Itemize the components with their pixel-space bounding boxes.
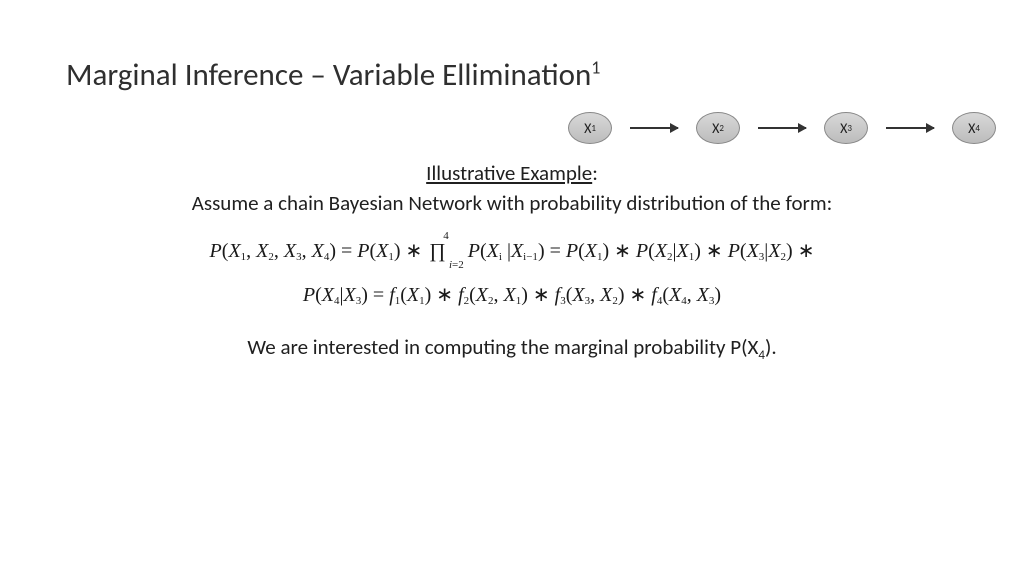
assume-text: Assume a chain Bayesian Network with pro…	[0, 190, 1024, 216]
node-x1: X1	[568, 112, 612, 144]
f2-lp4: (	[662, 284, 669, 306]
node-x3-var: X	[840, 120, 847, 137]
f1-x2x1: X	[585, 240, 597, 262]
f2-rp3: ) ∗	[618, 284, 651, 306]
f1-lp2x1: (	[578, 240, 585, 262]
f2-x4: X	[322, 284, 334, 306]
f1-rp2x3: ) ∗	[786, 240, 814, 262]
f1-p2x1: P	[566, 240, 578, 262]
f2-fx4a: X	[669, 284, 681, 306]
f1-x4: X	[312, 240, 324, 262]
f1-p2x2: P	[636, 240, 648, 262]
f1-rp2x1: ) ∗	[603, 240, 636, 262]
f2-cf3: ,	[590, 284, 600, 306]
title-text: Marginal Inference – Variable Elliminati…	[66, 56, 591, 94]
f1-x2x2b: X	[768, 240, 780, 262]
node-x4-var: X	[968, 120, 975, 137]
f2-rp1: ) ∗	[425, 284, 458, 306]
f1-bar1: |	[502, 240, 511, 262]
f1-x2x2: X	[655, 240, 667, 262]
f2-lp1: (	[400, 284, 407, 306]
marginal-text: We are interested in computing the margi…	[0, 334, 1024, 363]
f1-sim: i−1	[523, 251, 538, 263]
node-x1-sub: 1	[591, 123, 596, 134]
arrow-icon	[758, 127, 806, 129]
f1-lpxi: (	[480, 240, 487, 262]
f2-fx3b: X	[600, 284, 612, 306]
f1-px1: P	[357, 240, 369, 262]
f2-fx2a: X	[476, 284, 488, 306]
f1-rpxi: ) =	[538, 240, 566, 262]
f2-px4: P	[303, 284, 315, 306]
f2-rp4: )	[714, 284, 721, 306]
f1-xi: X	[487, 240, 499, 262]
f2-lpx4: (	[315, 284, 322, 306]
f1-p2x3: P	[728, 240, 740, 262]
f1-x2x3: X	[747, 240, 759, 262]
product-symbol: ∏4i=2	[429, 240, 445, 263]
illustrative-colon: :	[592, 160, 598, 186]
node-x4-sub: 4	[975, 123, 980, 134]
node-x1-var: X	[584, 120, 591, 137]
f1-rpx1: ) ∗	[394, 240, 427, 262]
f1-c1: ,	[246, 240, 256, 262]
f1-x2: X	[256, 240, 268, 262]
marginal-post: ).	[765, 334, 777, 360]
f1-x2x1b: X	[677, 240, 689, 262]
f2-rpx4: ) =	[361, 284, 389, 306]
f1-xx1: X	[376, 240, 388, 262]
f1-x3: X	[284, 240, 296, 262]
f2-lp2: (	[469, 284, 476, 306]
node-x4: X4	[952, 112, 996, 144]
prod-sub-eq: =2	[452, 259, 464, 271]
f2-fx4b: X	[697, 284, 709, 306]
prod-sup: 4	[443, 230, 449, 242]
f1-x1: X	[228, 240, 240, 262]
f2-rp2: ) ∗	[521, 284, 554, 306]
f1-c3: ,	[302, 240, 312, 262]
f1-pxi: P	[468, 240, 480, 262]
f1-p: P	[210, 240, 222, 262]
f2-cf2: ,	[494, 284, 504, 306]
f2-fx1: X	[407, 284, 419, 306]
title-footnote-ref: 1	[591, 57, 600, 79]
formula-line-2: P(X4|X3) = f1(X1) ∗ f2(X2, X1) ∗ f3(X3, …	[0, 282, 1024, 307]
node-x2: X2	[696, 112, 740, 144]
bayesian-chain-diagram: X1 X2 X3 X4	[568, 112, 996, 144]
illustrative-label: Illustrative Example	[426, 160, 592, 186]
node-x3-sub: 3	[847, 123, 852, 134]
f1-rp2x2: ) ∗	[694, 240, 727, 262]
f1-lp2x2: (	[648, 240, 655, 262]
node-x2-var: X	[712, 120, 719, 137]
f1-xim: X	[511, 240, 523, 262]
f1-rp1: ) =	[329, 240, 357, 262]
marginal-sub: 4	[758, 348, 765, 363]
formula-line-1: P(X1, X2, X3, X4) = P(X1) ∗ ∏4i=2 P(Xi |…	[0, 238, 1024, 263]
arrow-icon	[886, 127, 934, 129]
marginal-pre: We are interested in computing the margi…	[247, 334, 758, 360]
arrow-icon	[630, 127, 678, 129]
f2-cf4: ,	[687, 284, 697, 306]
prod-sub: i=2	[449, 259, 464, 271]
prod-glyph: ∏	[429, 240, 445, 262]
f1-lp2x3: (	[740, 240, 747, 262]
f2-x3b: X	[344, 284, 356, 306]
f2-fx3a: X	[572, 284, 584, 306]
node-x2-sub: 2	[719, 123, 724, 134]
slide-title: Marginal Inference – Variable Elliminati…	[66, 56, 600, 94]
f1-c2: ,	[274, 240, 284, 262]
node-x3: X3	[824, 112, 868, 144]
section-heading: Illustrative Example:	[0, 160, 1024, 186]
f2-fx2b: X	[504, 284, 516, 306]
